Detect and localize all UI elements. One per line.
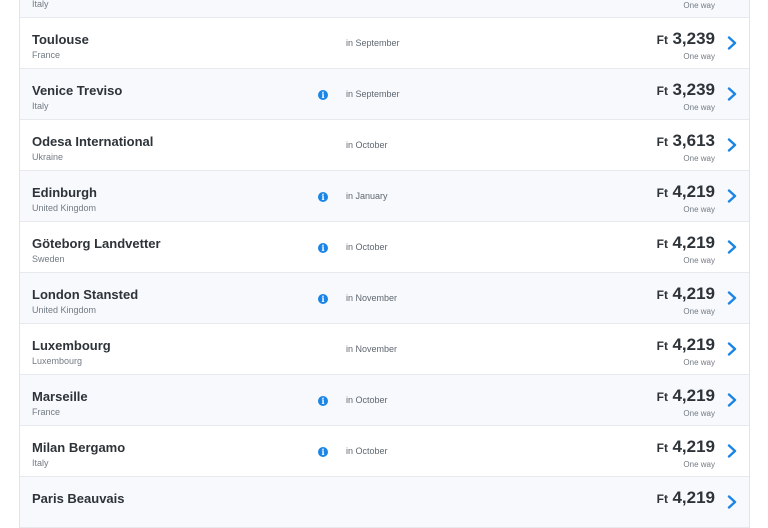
destination-country: Sweden [32, 254, 65, 264]
destination-row[interactable]: Paris Beauvais Ft 4,219 [20, 477, 749, 528]
currency-label: Ft [656, 288, 668, 302]
destination-row[interactable]: London Stansted United Kingdom i in Novembe… [20, 273, 749, 324]
trip-type: One way [683, 52, 715, 61]
chevron-right-icon[interactable] [727, 495, 737, 509]
chevron-right-icon[interactable] [727, 240, 737, 254]
price-amount: 4,219 [672, 233, 715, 252]
price: Ft 4,219 [657, 233, 715, 253]
price: Ft 4,219 [657, 284, 715, 304]
chevron-right-icon[interactable] [727, 393, 737, 407]
travel-month: in October [346, 242, 388, 252]
destination-country: Ukraine [32, 152, 64, 162]
destination-city: Marseille [32, 389, 88, 404]
info-icon[interactable]: i [318, 396, 328, 406]
destination-country: Italy [32, 458, 49, 468]
chevron-right-icon[interactable] [727, 138, 737, 152]
destination-city: Edinburgh [32, 185, 97, 200]
currency-label: Ft [656, 492, 668, 506]
destination-row[interactable]: Italy One way [20, 0, 749, 18]
travel-month: in September [346, 89, 400, 99]
chevron-right-icon[interactable] [727, 36, 737, 50]
trip-type: One way [683, 358, 715, 367]
trip-type: One way [683, 409, 715, 418]
trip-type: One way [683, 256, 715, 265]
travel-month: in January [346, 191, 388, 201]
travel-month: in October [346, 446, 388, 456]
currency-label: Ft [656, 186, 668, 200]
price-amount: 3,613 [672, 131, 715, 150]
price-amount: 4,219 [672, 182, 715, 201]
travel-month: in September [346, 38, 400, 48]
currency-label: Ft [656, 84, 668, 98]
travel-month: in November [346, 293, 398, 303]
trip-type: One way [683, 307, 715, 316]
destination-country: Luxembourg [32, 356, 83, 366]
currency-label: Ft [656, 237, 668, 251]
travel-month: in November [346, 344, 398, 354]
destination-row[interactable]: Milan Bergamo Italy i in October Ft 4,219 One… [20, 426, 749, 477]
price-amount: 4,219 [672, 386, 715, 405]
info-icon[interactable]: i [318, 90, 328, 100]
destination-country: France [32, 407, 61, 417]
chevron-right-icon[interactable] [727, 291, 737, 305]
travel-month: in October [346, 395, 388, 405]
info-icon[interactable]: i [318, 192, 328, 202]
price-amount: 4,219 [672, 284, 715, 303]
trip-type: One way [683, 1, 715, 10]
destination-city: Milan Bergamo [32, 440, 126, 455]
currency-label: Ft [656, 441, 668, 455]
price: Ft 3,239 [657, 29, 715, 49]
price: Ft 4,219 [657, 386, 715, 406]
info-icon[interactable]: i [318, 294, 328, 304]
price: Ft 4,219 [657, 488, 715, 508]
price-amount: 3,239 [672, 29, 715, 48]
destination-row[interactable]: Venice Treviso Italy i in September Ft 3,239… [20, 69, 749, 120]
destination-country: France [32, 50, 61, 60]
destination-row[interactable]: Marseille France i in October Ft 4,219 One wa… [20, 375, 749, 426]
price-amount: 4,219 [672, 437, 715, 456]
destination-city: Paris Beauvais [32, 491, 125, 506]
trip-type: One way [683, 154, 715, 163]
destination-country: Italy [32, 101, 49, 111]
chevron-right-icon[interactable] [727, 189, 737, 203]
price-amount: 3,239 [672, 80, 715, 99]
chevron-right-icon[interactable] [727, 444, 737, 458]
chevron-right-icon[interactable] [727, 342, 737, 356]
destination-list: Italy One way Toulouse France in September Ft… [19, 0, 750, 528]
trip-type: One way [683, 460, 715, 469]
destination-city: Göteborg Landvetter [32, 236, 161, 251]
destination-city: London Stansted [32, 287, 139, 302]
price: Ft 4,219 [657, 437, 715, 457]
destination-country: United Kingdom [32, 305, 97, 315]
destination-country: Italy [32, 0, 49, 9]
trip-type: One way [683, 103, 715, 112]
price: Ft 4,219 [657, 335, 715, 355]
price-amount: 4,219 [672, 335, 715, 354]
destination-city: Luxembourg [32, 338, 111, 353]
currency-label: Ft [656, 33, 668, 47]
currency-label: Ft [656, 135, 668, 149]
destination-row[interactable]: Luxembourg Luxembourg in November Ft 4,219 O… [20, 324, 749, 375]
price: Ft 4,219 [657, 182, 715, 202]
travel-month: in October [346, 140, 388, 150]
price: Ft 3,239 [657, 80, 715, 100]
destination-row[interactable]: Edinburgh United Kingdom i in January Ft 4,2… [20, 171, 749, 222]
destination-city: Venice Treviso [32, 83, 123, 98]
destination-country: United Kingdom [32, 203, 97, 213]
currency-label: Ft [656, 390, 668, 404]
destination-city: Toulouse [32, 32, 89, 47]
price-amount: 4,219 [672, 488, 715, 507]
info-icon[interactable]: i [318, 447, 328, 457]
info-icon[interactable]: i [318, 243, 328, 253]
currency-label: Ft [656, 339, 668, 353]
destination-row[interactable]: Toulouse France in September Ft 3,239 One wa… [20, 18, 749, 69]
chevron-right-icon[interactable] [727, 87, 737, 101]
destination-row[interactable]: Göteborg Landvetter Sweden i in October Ft 4… [20, 222, 749, 273]
trip-type: One way [683, 205, 715, 214]
destination-row[interactable]: Odesa International Ukraine in October Ft 3… [20, 120, 749, 171]
price: Ft 3,613 [657, 131, 715, 151]
destination-city: Odesa International [32, 134, 154, 149]
